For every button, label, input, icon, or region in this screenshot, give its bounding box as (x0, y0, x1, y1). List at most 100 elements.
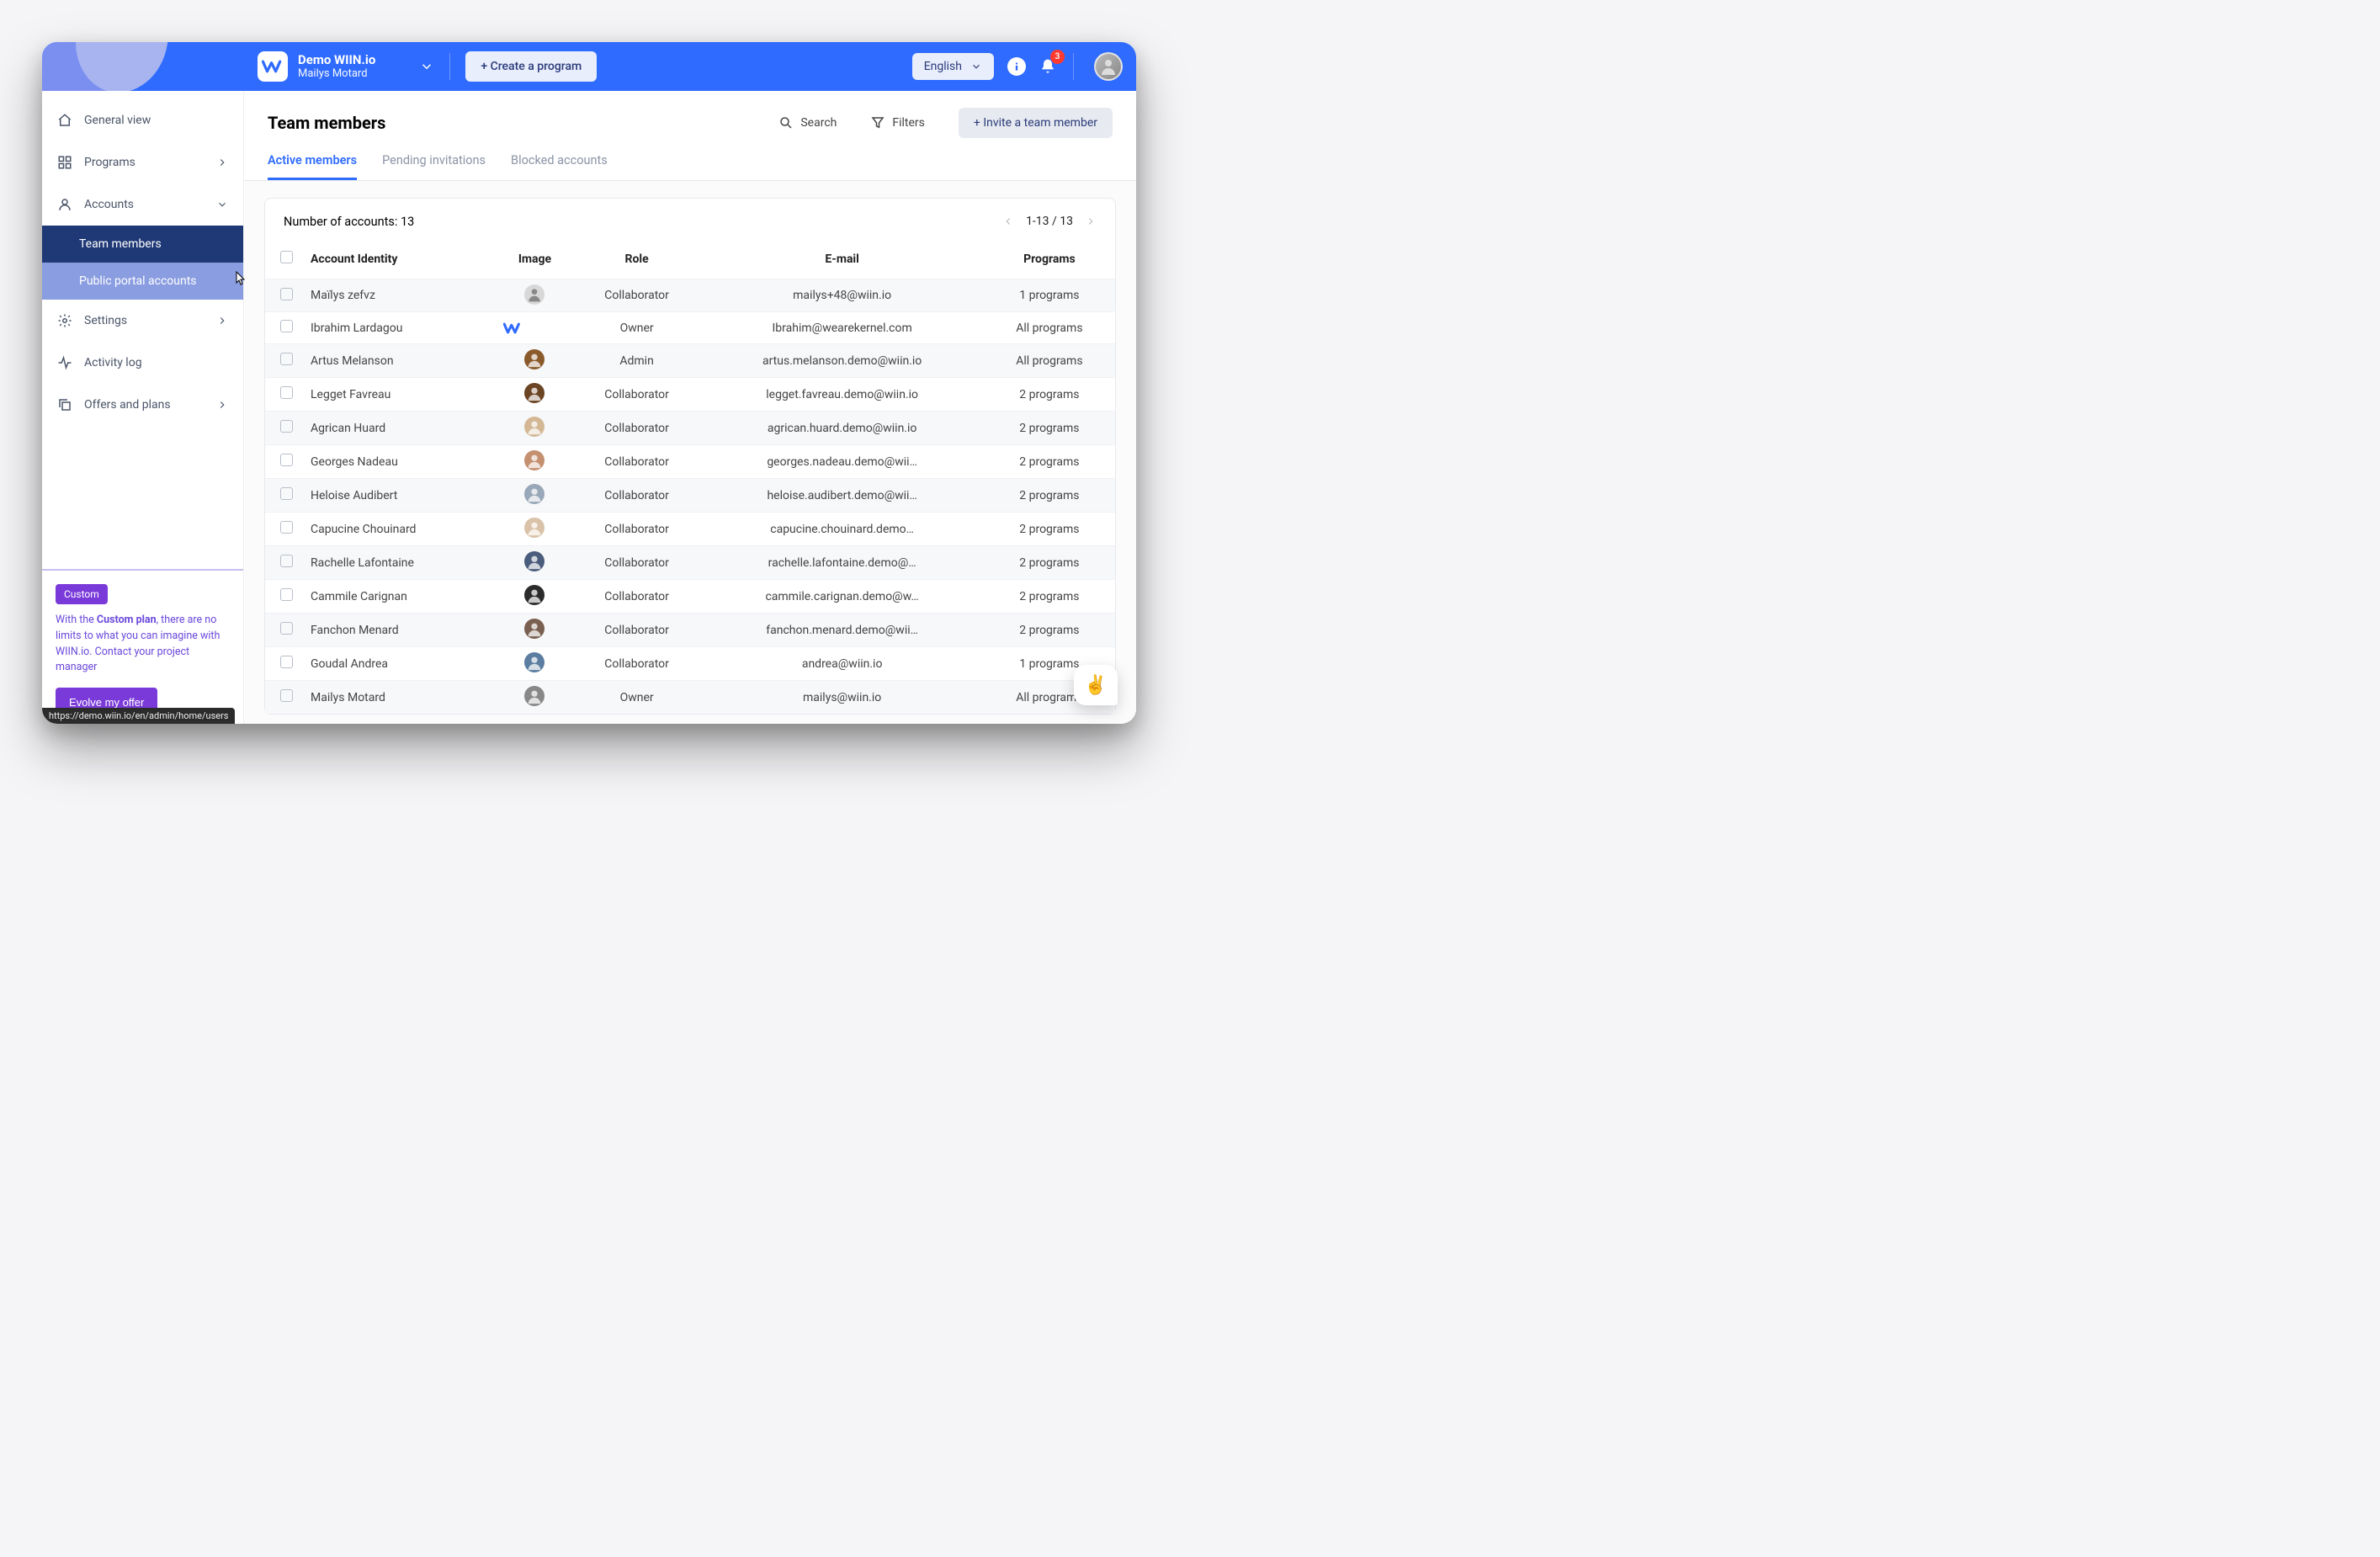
avatar-icon (524, 383, 545, 403)
sidebar-item-label: Accounts (84, 198, 134, 211)
filters-button[interactable]: Filters (870, 115, 925, 130)
chat-emoji-icon: ✌️ (1084, 675, 1107, 696)
sidebar-item-label: Public portal accounts (79, 274, 197, 288)
row-checkbox[interactable] (280, 353, 293, 365)
cell-image (497, 614, 573, 647)
cell-email: mailys+48@wiin.io (700, 279, 983, 312)
table-row[interactable]: Capucine ChouinardCollaboratorcapucine.c… (265, 513, 1115, 546)
table-row[interactable]: Maïlys zefvzCollaboratormailys+48@wiin.i… (265, 279, 1115, 312)
cell-role: Collaborator (573, 445, 701, 479)
table-row[interactable]: Rachelle LafontaineCollaboratorrachelle.… (265, 546, 1115, 580)
sidebar-item-general[interactable]: General view (42, 99, 243, 141)
sidebar-item-programs[interactable]: Programs (42, 141, 243, 183)
avatar-icon (524, 450, 545, 470)
table-row[interactable]: Georges NadeauCollaboratorgeorges.nadeau… (265, 445, 1115, 479)
sidebar: General view Programs Accounts Team memb… (42, 91, 244, 724)
sidebar-item-accounts[interactable]: Accounts (42, 183, 243, 226)
cell-email: georges.nadeau.demo@wii… (700, 445, 983, 479)
user-avatar[interactable] (1094, 52, 1123, 81)
row-checkbox[interactable] (280, 555, 293, 567)
search-button[interactable]: Search (778, 115, 837, 130)
search-label: Search (800, 116, 837, 130)
table-row[interactable]: Agrican HuardCollaboratoragrican.huard.d… (265, 412, 1115, 445)
cell-role: Collaborator (573, 378, 701, 412)
chevron-right-icon[interactable] (1085, 214, 1097, 229)
sidebar-item-activity[interactable]: Activity log (42, 342, 243, 384)
main-content: Team members Search Filters + Invite a t… (244, 91, 1136, 724)
info-icon[interactable] (1007, 57, 1026, 76)
row-checkbox[interactable] (280, 320, 293, 332)
chat-widget[interactable]: ✌️ (1074, 665, 1118, 705)
cell-image (497, 479, 573, 513)
cell-role: Collaborator (573, 513, 701, 546)
workspace-user: Mailys Motard (298, 67, 375, 81)
row-checkbox[interactable] (280, 622, 293, 635)
divider (449, 53, 450, 80)
row-checkbox[interactable] (280, 588, 293, 601)
select-all-checkbox[interactable] (280, 251, 293, 263)
url-tooltip: https://demo.wiin.io/en/admin/home/users (42, 708, 235, 724)
row-checkbox[interactable] (280, 386, 293, 399)
cell-role: Collaborator (573, 479, 701, 513)
cell-name: Goudal Andrea (307, 647, 497, 681)
row-checkbox[interactable] (280, 521, 293, 534)
cell-name: Maïlys zefvz (307, 279, 497, 312)
cell-email: capucine.chouinard.demo… (700, 513, 983, 546)
cell-role: Collaborator (573, 614, 701, 647)
table-row[interactable]: Artus MelansonAdminartus.melanson.demo@w… (265, 344, 1115, 378)
sidebar-item-label: Programs (84, 156, 135, 169)
language-select[interactable]: English (912, 53, 994, 80)
cell-programs: 2 programs (984, 445, 1115, 479)
tab-blocked-accounts[interactable]: Blocked accounts (511, 153, 608, 180)
avatar-icon (524, 518, 545, 538)
row-checkbox[interactable] (280, 656, 293, 668)
chevron-down-icon (419, 59, 434, 74)
cell-email: fanchon.menard.demo@wii… (700, 614, 983, 647)
table-row[interactable]: Heloise AudibertCollaboratorheloise.audi… (265, 479, 1115, 513)
sidebar-item-offers[interactable]: Offers and plans (42, 384, 243, 426)
chevron-down-icon (970, 61, 982, 72)
cell-email: Ibrahim@wearekernel.com (700, 312, 983, 344)
cell-email: agrican.huard.demo@wiin.io (700, 412, 983, 445)
row-checkbox[interactable] (280, 487, 293, 500)
chevron-left-icon[interactable] (1002, 214, 1014, 229)
cell-image (497, 344, 573, 378)
table-row[interactable]: Goudal AndreaCollaboratorandrea@wiin.io1… (265, 647, 1115, 681)
create-program-button[interactable]: + Create a program (465, 51, 597, 82)
col-role: Role (573, 244, 701, 279)
avatar-icon (524, 417, 545, 437)
grid-icon (57, 155, 72, 170)
col-identity: Account Identity (307, 244, 497, 279)
workspace-switcher[interactable]: Demo WIIN.io Mailys Motard (244, 51, 434, 82)
row-checkbox[interactable] (280, 454, 293, 466)
notifications-bell-icon[interactable]: 3 (1036, 55, 1060, 78)
row-checkbox[interactable] (280, 288, 293, 300)
col-image: Image (497, 244, 573, 279)
sidebar-subitem-public-portal[interactable]: Public portal accounts (42, 263, 243, 300)
avatar-icon (524, 349, 545, 369)
pager-range: 1-13 / 13 (1026, 215, 1073, 228)
tab-pending-invitations[interactable]: Pending invitations (382, 153, 486, 180)
cell-role: Owner (573, 681, 701, 715)
table-row[interactable]: Ibrahim LardagouOwnerIbrahim@wearekernel… (265, 312, 1115, 344)
sidebar-subitem-team-members[interactable]: Team members (42, 226, 243, 263)
table-row[interactable]: Fanchon MenardCollaboratorfanchon.menard… (265, 614, 1115, 647)
row-checkbox[interactable] (280, 689, 293, 702)
table-row[interactable]: Legget FavreauCollaboratorlegget.favreau… (265, 378, 1115, 412)
cell-programs: All programs (984, 344, 1115, 378)
sidebar-item-settings[interactable]: Settings (42, 300, 243, 342)
row-checkbox[interactable] (280, 420, 293, 433)
cell-name: Heloise Audibert (307, 479, 497, 513)
table-row[interactable]: Cammile CarignanCollaboratorcammile.cari… (265, 580, 1115, 614)
cell-programs: 2 programs (984, 479, 1115, 513)
cell-name: Agrican Huard (307, 412, 497, 445)
invite-member-button[interactable]: + Invite a team member (959, 108, 1113, 138)
avatar-icon (524, 686, 545, 706)
cell-name: Ibrahim Lardagou (307, 312, 497, 344)
cell-name: Cammile Carignan (307, 580, 497, 614)
pager: 1-13 / 13 (1002, 214, 1097, 229)
cell-image (497, 681, 573, 715)
cell-programs: 2 programs (984, 378, 1115, 412)
tab-active-members[interactable]: Active members (268, 153, 357, 180)
table-row[interactable]: Mailys MotardOwnermailys@wiin.ioAll prog… (265, 681, 1115, 715)
